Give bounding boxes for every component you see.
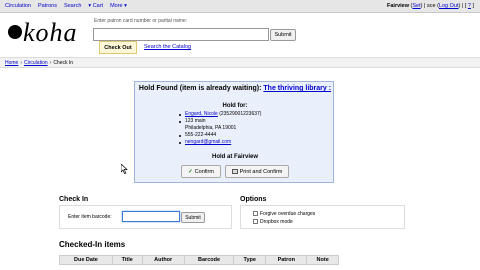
forgive-overdue-checkbox[interactable] (253, 211, 258, 216)
checked-in-heading: Checked-In items (59, 240, 126, 249)
breadcrumb-separator: › (49, 60, 52, 66)
koha-logo[interactable]: koha (8, 18, 80, 48)
column-due-date[interactable]: Due Date (59, 255, 113, 265)
column-type[interactable]: Type (233, 255, 267, 265)
top-nav-bar: Circulation Patrons Search ▾ Cart More ▾… (0, 0, 480, 13)
print-confirm-label: Print and Confirm (239, 169, 283, 175)
checked-in-table: Due Date Title Author Barcode Type Patro… (59, 255, 339, 265)
hold-found-dialog: Hold Found (item is already waiting): Th… (134, 81, 334, 183)
help-link[interactable]: ? (468, 3, 471, 9)
barcode-label: Enter item barcode: (68, 214, 112, 220)
dropbox-mode-checkbox[interactable] (253, 219, 258, 224)
printer-icon (231, 169, 238, 174)
breadcrumb-current: Check In (53, 60, 74, 66)
nav-patrons[interactable]: Patrons (38, 3, 57, 9)
column-barcode[interactable]: Barcode (183, 255, 235, 265)
tab-search-catalog[interactable]: Search the Catalog (144, 44, 191, 50)
barcode-input[interactable] (122, 211, 180, 222)
mouse-cursor-icon (121, 164, 128, 174)
breadcrumb-separator: › (20, 60, 23, 66)
options-panel: Forgive overdue charges Dropbox mode (240, 205, 405, 229)
patron-email-link[interactable]: nengard@gmail.com (185, 139, 231, 145)
table-header-row: Due Date Title Author Barcode Type Patro… (59, 255, 339, 265)
nav-circulation[interactable]: Circulation (5, 3, 31, 9)
branch-name: Fairview (387, 3, 410, 9)
hold-found-title: Hold Found (item is already waiting): Th… (135, 84, 335, 93)
tab-check-out[interactable]: Check Out (99, 41, 137, 54)
checkin-form: Enter item barcode: Submit (59, 205, 232, 229)
nav-more-label: More (110, 3, 123, 9)
column-title[interactable]: Title (111, 255, 143, 265)
dropbox-mode-label: Dropbox mode (260, 219, 293, 225)
check-icon: ✓ (188, 169, 193, 175)
caret-down-icon: ▾ (122, 3, 127, 9)
hold-found-prefix: Hold Found (item is already waiting): (138, 85, 262, 92)
nav-search[interactable]: Search (64, 3, 81, 9)
hold-patron: Engard, Nicole (23529001223637) (179, 111, 261, 118)
hold-title-link[interactable]: The thriving library : (263, 85, 331, 92)
barcode-submit-button[interactable]: Submit (181, 212, 205, 223)
top-nav-menu: Circulation Patrons Search ▾ Cart More ▾ (5, 3, 127, 9)
option-dropbox-mode[interactable]: Dropbox mode (253, 219, 293, 225)
patron-phone: 555-222-4444 (179, 132, 261, 139)
breadcrumb-circulation[interactable]: Circulation (24, 60, 48, 66)
patron-search-label: Enter patron card number or partial name… (94, 18, 188, 24)
nav-cart[interactable]: ▾ Cart (88, 3, 103, 9)
forgive-overdue-label: Forgive overdue charges (260, 211, 316, 217)
patron-name-link[interactable]: Engard, Nicole (185, 111, 218, 117)
column-author[interactable]: Author (141, 255, 185, 265)
confirm-button[interactable]: ✓ Confirm (181, 165, 221, 178)
hold-at-branch: Hold at Fairview (211, 154, 258, 160)
hold-for-label: Hold for: (222, 103, 248, 109)
hold-patron-details: Engard, Nicole (23529001223637) 123 main… (179, 111, 261, 146)
confirm-label: Confirm (194, 169, 214, 175)
logout-link[interactable]: Log Out (439, 3, 459, 9)
column-note[interactable]: Note (306, 255, 339, 265)
breadcrumb: Home › Circulation › Check In (0, 57, 480, 68)
patron-search-submit-button[interactable]: Submit (270, 29, 296, 41)
column-patron[interactable]: Patron (265, 255, 308, 265)
patron-address-line2: Philadelphia, PA 19001 (185, 125, 237, 131)
user-info: Fairview (Set) | sce (Log Out) | [ ? ] (387, 3, 474, 9)
checkin-heading: Check In (59, 196, 89, 203)
breadcrumb-home[interactable]: Home (5, 60, 18, 66)
patron-card-number: (23529001223637) (219, 111, 262, 117)
username: sce (426, 3, 436, 9)
set-branch-link[interactable]: Set (412, 3, 420, 9)
patron-email: nengard@gmail.com (179, 139, 261, 146)
print-and-confirm-button[interactable]: Print and Confirm (225, 165, 289, 178)
nav-cart-label: Cart (92, 3, 104, 9)
nav-more[interactable]: More ▾ (110, 3, 127, 9)
logo-text: koha (23, 18, 78, 47)
patron-address-line1: 123 main (179, 118, 261, 125)
option-forgive-overdue[interactable]: Forgive overdue charges (253, 211, 315, 217)
patron-search-input[interactable] (93, 28, 269, 41)
logo-mark-icon (8, 25, 22, 39)
options-heading: Options (240, 196, 267, 203)
